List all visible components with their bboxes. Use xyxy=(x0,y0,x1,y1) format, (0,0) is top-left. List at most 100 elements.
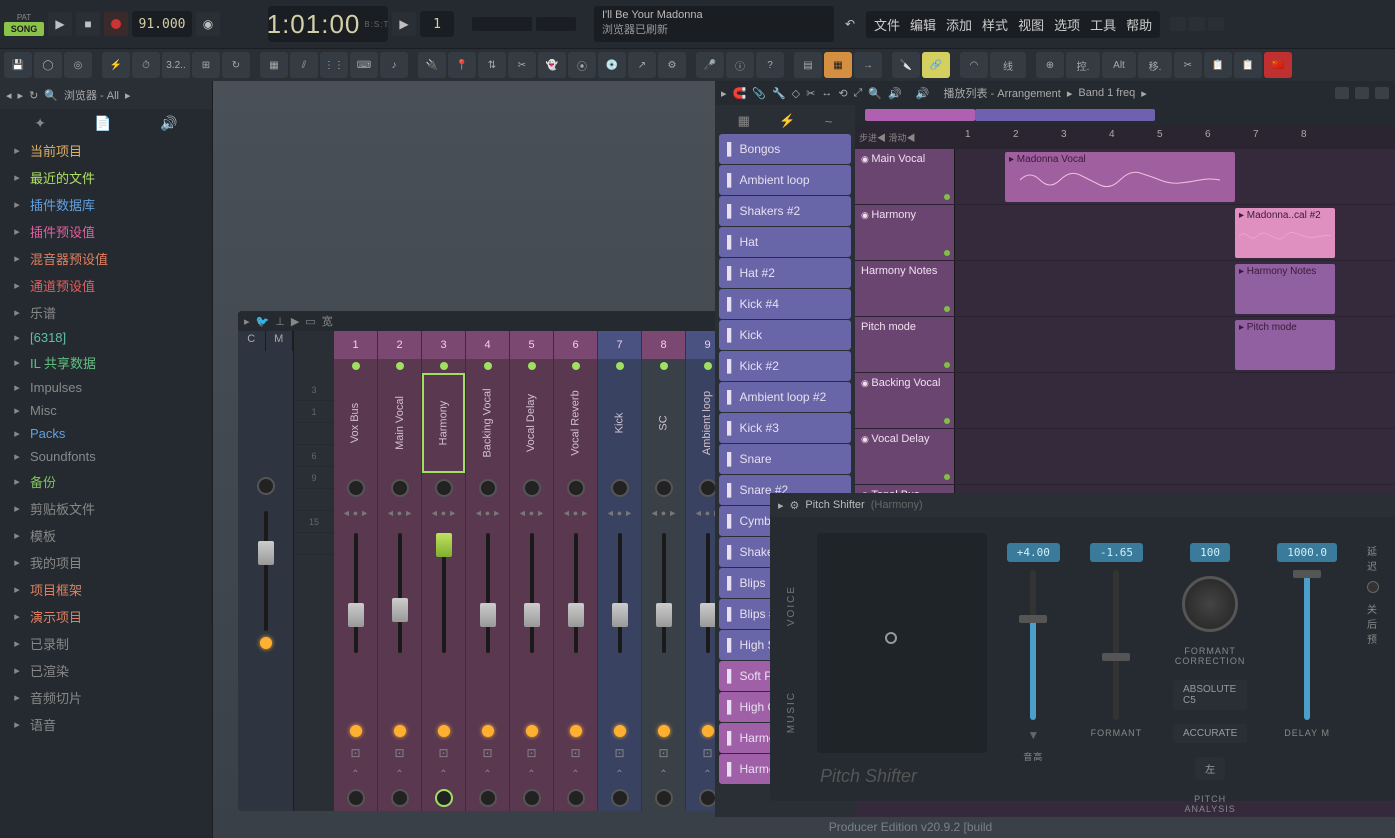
blend-button[interactable]: ⊞ xyxy=(192,52,220,78)
track-header[interactable]: ◉ Main Vocal xyxy=(855,149,955,204)
fader-cap[interactable] xyxy=(480,603,496,627)
mixer-up-icon[interactable]: ⊥ xyxy=(275,315,285,328)
playlist-track-row[interactable]: Harmony Notes▸ Harmony Notes xyxy=(855,261,1395,317)
send-knob[interactable] xyxy=(655,789,673,807)
side-toggle[interactable] xyxy=(1367,581,1379,593)
track-lane[interactable]: ▸ Pitch mode xyxy=(955,317,1395,372)
timeline-overview[interactable] xyxy=(855,105,1395,125)
mute-button[interactable] xyxy=(482,725,494,737)
mixer-track[interactable]: 6 Vocal Reverb ◄●► ⊡ ⌃ xyxy=(554,331,598,811)
browser-item[interactable]: ▸演示项目 xyxy=(10,603,212,630)
new-folder-icon[interactable]: 📄 xyxy=(94,115,111,132)
pattern-item[interactable]: ▌Hat #2 xyxy=(719,258,851,288)
fx-slot[interactable]: ⊡ xyxy=(554,743,597,763)
step-button[interactable]: ▦ xyxy=(260,52,288,78)
stop-button[interactable]: ■ xyxy=(76,12,100,36)
xy-cursor[interactable] xyxy=(885,632,897,644)
pl-magnet-icon[interactable]: 🧲 xyxy=(733,87,747,100)
browser-item[interactable]: ▸Misc xyxy=(10,399,212,422)
ctrl-button[interactable]: 控. xyxy=(1066,52,1100,78)
track-led[interactable] xyxy=(484,362,492,370)
pattern-audio-icon[interactable]: ~ xyxy=(825,114,833,129)
track-header[interactable]: ◉ Backing Vocal xyxy=(855,373,955,428)
browser-item[interactable]: ▸剪贴板文件 xyxy=(10,495,212,522)
track-led[interactable] xyxy=(704,362,712,370)
track-lane[interactable]: ▸ Madonna Vocal xyxy=(955,149,1395,204)
formant-slider[interactable] xyxy=(1113,570,1119,720)
delay-slider[interactable] xyxy=(1304,570,1310,720)
tools-button[interactable]: ⋮⋮ xyxy=(320,52,348,78)
route-arrow[interactable]: ⌃ xyxy=(642,763,685,785)
mute-button[interactable] xyxy=(438,725,450,737)
track-led[interactable] xyxy=(528,362,536,370)
correction-value[interactable]: 100 xyxy=(1190,543,1230,562)
track-active-led[interactable] xyxy=(944,474,950,480)
track-led[interactable] xyxy=(396,362,404,370)
pattern-item[interactable]: ▌Ambient loop #2 xyxy=(719,382,851,412)
browser-item[interactable]: ▸Impulses xyxy=(10,376,212,399)
fader-cap[interactable] xyxy=(568,603,584,627)
track-name-cell[interactable]: Main Vocal xyxy=(378,373,421,473)
xy-pad[interactable] xyxy=(817,533,987,753)
arrow-button[interactable]: ↗ xyxy=(628,52,656,78)
knife-button[interactable]: 🔪 xyxy=(892,52,920,78)
route-arrow[interactable]: ⌃ xyxy=(510,763,553,785)
fx-slot[interactable]: ⊡ xyxy=(642,743,685,763)
browser-search-icon[interactable]: 🔍 xyxy=(44,89,58,102)
track-name-cell[interactable]: Harmony xyxy=(422,373,465,473)
copy-button[interactable]: 📋 xyxy=(1204,52,1232,78)
playlist-clip[interactable]: ▸ Pitch mode xyxy=(1235,320,1335,370)
paste-button[interactable]: 📋 xyxy=(1234,52,1262,78)
mute-button[interactable] xyxy=(350,725,362,737)
fx-slot[interactable]: ⊡ xyxy=(598,743,641,763)
piano-roll-button[interactable]: ▦ xyxy=(824,52,852,78)
mixer-track[interactable]: 2 Main Vocal ◄●► ⊡ ⌃ xyxy=(378,331,422,811)
pattern-item[interactable]: ▌Snare xyxy=(719,444,851,474)
metronome-button[interactable]: ⚡ xyxy=(102,52,130,78)
mute-button[interactable] xyxy=(702,725,714,737)
send-knob[interactable] xyxy=(567,789,585,807)
mixer-track[interactable]: 8 SC ◄●► ⊡ ⌃ xyxy=(642,331,686,811)
menu-edit[interactable]: 编辑 xyxy=(910,15,936,34)
view1-button[interactable]: ⊕ xyxy=(1036,52,1064,78)
plugin-gear-icon[interactable]: ⚙ xyxy=(790,499,800,512)
tempo-display[interactable]: 91.000 xyxy=(132,11,192,37)
fader-cap[interactable] xyxy=(700,603,716,627)
fx-slot[interactable]: ⊡ xyxy=(510,743,553,763)
menu-tools[interactable]: 工具 xyxy=(1090,15,1116,34)
browser-item[interactable]: ▸已录制 xyxy=(10,630,212,657)
track-led[interactable] xyxy=(440,362,448,370)
send-knob[interactable] xyxy=(479,789,497,807)
browser-item[interactable]: ▸IL 共享数据 xyxy=(10,349,212,376)
fx-slot[interactable]: ⊡ xyxy=(378,743,421,763)
mixer-track[interactable]: 5 Vocal Delay ◄●► ⊡ ⌃ xyxy=(510,331,554,811)
track-lane[interactable] xyxy=(955,429,1395,484)
menu-file[interactable]: 文件 xyxy=(874,15,900,34)
track-lane[interactable] xyxy=(955,373,1395,428)
browser-item[interactable]: ▸混音器预设值 xyxy=(10,245,212,272)
formant-correction-knob[interactable] xyxy=(1182,576,1238,632)
flag-button[interactable]: 🇨🇳 xyxy=(1264,52,1292,78)
mixer-track[interactable]: 7 Kick ◄●► ⊡ ⌃ xyxy=(598,331,642,811)
pan-knob[interactable] xyxy=(611,479,629,497)
left-button[interactable]: 左 xyxy=(1195,757,1225,780)
mute-button[interactable] xyxy=(658,725,670,737)
fader-cap[interactable] xyxy=(392,598,408,622)
track-name-cell[interactable]: Vocal Delay xyxy=(510,373,553,473)
menu-options[interactable]: 选项 xyxy=(1054,15,1080,34)
playlist-header[interactable]: ▸ 🧲 📎 🔧 ◇ ✂ ↔ ⟲ ⤢ 🔍 🔊 🔊 播放列表 - Arrangeme… xyxy=(715,81,1395,105)
send-knob[interactable] xyxy=(435,789,453,807)
pattern-number[interactable]: 1 xyxy=(420,11,454,37)
track-led[interactable] xyxy=(660,362,668,370)
alt-button[interactable]: Alt xyxy=(1102,52,1136,78)
browser-item[interactable]: ▸音频切片 xyxy=(10,684,212,711)
pl-close-btn[interactable] xyxy=(1375,87,1389,99)
track-name-cell[interactable]: Kick xyxy=(598,373,641,473)
pl-tool-icon[interactable]: 🔧 xyxy=(772,87,786,100)
help-button[interactable]: ? xyxy=(756,52,784,78)
delay-value[interactable]: 1000.0 xyxy=(1277,543,1337,562)
browser-refresh-icon[interactable]: ↻ xyxy=(29,89,38,102)
playlist-breadcrumb[interactable]: Band 1 freq xyxy=(1078,87,1135,99)
pan-knob[interactable] xyxy=(567,479,585,497)
playlist-track-row[interactable]: Pitch mode▸ Pitch mode xyxy=(855,317,1395,373)
